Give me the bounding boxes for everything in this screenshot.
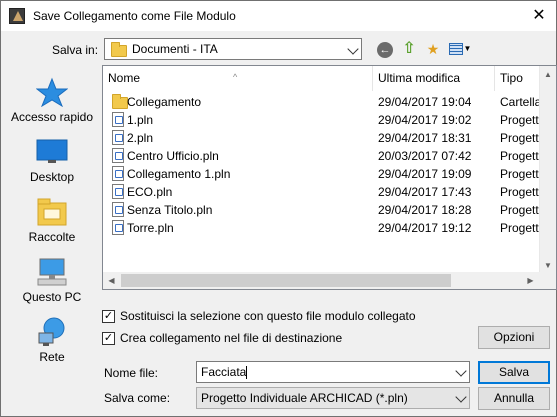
place-network[interactable]: Rete: [7, 317, 97, 373]
sort-ascending-icon: ^: [233, 72, 238, 82]
file-row[interactable]: Centro Ufficio.pln 20/03/2017 07:42 Prog…: [103, 147, 543, 165]
file-row[interactable]: Collegamento 1.pln 29/04/2017 19:09 Prog…: [103, 165, 543, 183]
up-folder-button[interactable]: ⇧: [398, 38, 420, 60]
pln-file-icon: [112, 220, 124, 235]
save-button[interactable]: Salva: [478, 361, 550, 384]
computer-icon: [37, 258, 67, 286]
network-icon: [38, 317, 65, 346]
column-name[interactable]: Nome ^: [103, 66, 373, 91]
place-libraries[interactable]: Raccolte: [7, 197, 97, 253]
window-title: Save Collegamento come File Modulo: [33, 9, 236, 23]
save-as-dropdown[interactable]: Progetto Individuale ARCHICAD (*.pln): [196, 387, 470, 409]
chevron-down-icon: [347, 43, 359, 55]
filename-label: Nome file:: [104, 366, 159, 380]
view-menu-button[interactable]: ▼: [447, 38, 473, 60]
chevron-down-icon[interactable]: [455, 365, 467, 377]
back-arrow-icon: ←: [377, 42, 393, 58]
save-dialog: Save Collegamento come File Modulo ✕ Sal…: [0, 0, 557, 417]
horizontal-scrollbar[interactable]: ◀ ▶: [103, 272, 556, 289]
create-link-label: Crea collegamento nel file di destinazio…: [120, 331, 343, 345]
place-label: Rete: [39, 350, 65, 364]
filename-value: Facciata: [201, 365, 247, 379]
pln-file-icon: [112, 166, 124, 181]
chevron-down-icon: [455, 391, 467, 403]
archicad-app-icon: [9, 8, 25, 24]
file-row[interactable]: ECO.pln 29/04/2017 17:43 Progetto I: [103, 183, 543, 201]
title-bar: Save Collegamento come File Modulo ✕: [1, 1, 556, 31]
new-folder-button[interactable]: ★: [422, 38, 444, 60]
desktop-icon: [36, 139, 68, 163]
column-modified[interactable]: Ultima modifica: [373, 66, 495, 91]
vertical-scrollbar[interactable]: ▲ ▼: [539, 66, 556, 274]
replace-selection-label: Sostituisci la selezione con questo file…: [120, 309, 416, 323]
text-caret: [246, 366, 248, 380]
save-in-label: Salva in:: [52, 43, 99, 57]
place-label: Questo PC: [22, 290, 82, 304]
folder-icon: [112, 94, 128, 109]
folder-icon: [111, 42, 127, 57]
save-in-value: Documenti - ITA: [132, 42, 218, 56]
star-icon: [36, 77, 68, 107]
create-link-checkbox[interactable]: ✓: [102, 332, 115, 345]
place-label: Accesso rapido: [10, 110, 94, 124]
save-as-label: Salva come:: [104, 391, 171, 405]
place-this-pc[interactable]: Questo PC: [7, 257, 97, 313]
cancel-button[interactable]: Annulla: [478, 387, 550, 410]
pln-file-icon: [112, 148, 124, 163]
save-as-value: Progetto Individuale ARCHICAD (*.pln): [201, 391, 408, 405]
view-list-icon: [448, 43, 463, 55]
file-row[interactable]: Senza Titolo.pln 29/04/2017 18:28 Proget…: [103, 201, 543, 219]
place-label: Desktop: [29, 170, 75, 184]
places-bar: Accesso rapido Desktop Raccolte Questo P…: [7, 65, 97, 371]
filename-input[interactable]: Facciata: [196, 361, 470, 383]
libraries-icon: [37, 198, 67, 226]
pln-file-icon: [112, 112, 124, 127]
file-row[interactable]: 1.pln 29/04/2017 19:02 Progetto I: [103, 111, 543, 129]
scrollbar-thumb[interactable]: [121, 274, 451, 287]
pln-file-icon: [112, 184, 124, 199]
place-quick-access[interactable]: Accesso rapido: [7, 77, 97, 133]
file-row[interactable]: Collegamento 29/04/2017 19:04 Cartella d…: [103, 93, 543, 111]
column-type[interactable]: Tipo: [495, 66, 541, 91]
options-button[interactable]: Opzioni: [478, 326, 550, 349]
file-list: Nome ^ Ultima modifica Tipo Collegamento…: [102, 65, 557, 290]
place-desktop[interactable]: Desktop: [7, 137, 97, 193]
back-button[interactable]: ←: [374, 38, 396, 60]
place-label: Raccolte: [28, 230, 76, 244]
pln-file-icon: [112, 130, 124, 145]
replace-selection-checkbox[interactable]: ✓: [102, 310, 115, 323]
scroll-left-icon[interactable]: ◀: [103, 272, 120, 289]
close-button[interactable]: ✕: [522, 1, 556, 31]
caret-down-icon: ▼: [463, 44, 472, 53]
save-in-dropdown[interactable]: Documenti - ITA: [104, 38, 362, 60]
file-row[interactable]: 2.pln 29/04/2017 18:31 Progetto I: [103, 129, 543, 147]
scroll-up-icon[interactable]: ▲: [540, 66, 556, 83]
up-folder-icon: ⇧: [402, 40, 416, 57]
pln-file-icon: [112, 202, 124, 217]
new-folder-icon: ★: [426, 41, 440, 57]
scroll-right-icon[interactable]: ▶: [522, 272, 539, 289]
file-row[interactable]: Torre.pln 29/04/2017 19:12 Progetto I: [103, 219, 543, 237]
